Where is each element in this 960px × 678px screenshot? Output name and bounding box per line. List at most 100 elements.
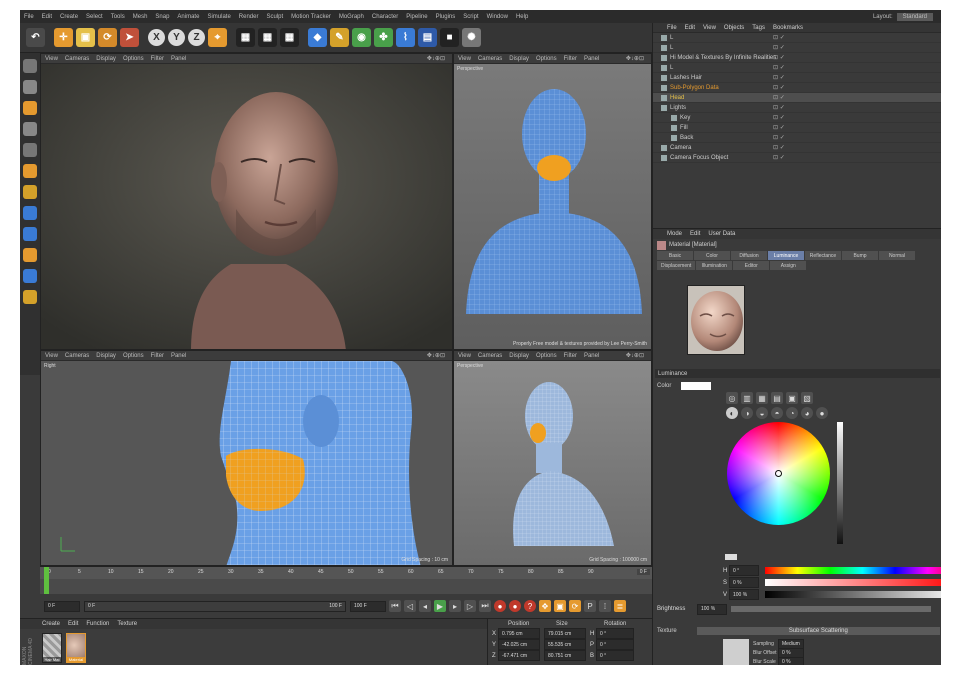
keyframe-selection-icon[interactable]: ? xyxy=(524,600,536,612)
size-z-field[interactable]: 80.751 cm xyxy=(544,650,586,661)
locked-workplane-icon[interactable] xyxy=(23,269,37,283)
visibility-check-icon[interactable]: ⊡ ✓ xyxy=(773,64,785,71)
mm-menu-function[interactable]: Function xyxy=(86,621,109,627)
tab-reflectance[interactable]: Reflectance xyxy=(805,251,841,260)
hsv-mode-icon[interactable]: ▣ xyxy=(786,392,798,404)
vp-menu-display[interactable]: Display xyxy=(509,353,529,359)
vp-menu-display[interactable]: Display xyxy=(96,353,116,359)
object-row[interactable]: Sub-Polygon Data ⊡ ✓ xyxy=(653,83,941,93)
om-menu-objects[interactable]: Objects xyxy=(724,25,744,31)
previous-key-icon[interactable]: ◁ xyxy=(404,600,416,612)
tab-basic[interactable]: Basic xyxy=(657,251,693,260)
visibility-check-icon[interactable]: ⊡ ✓ xyxy=(773,134,785,141)
vp-menu-options[interactable]: Options xyxy=(536,56,557,62)
record-active-objects-icon[interactable]: ● xyxy=(494,600,506,612)
brightness-field[interactable]: 100 % xyxy=(697,603,727,615)
rotation-key-icon[interactable]: ⟳ xyxy=(569,600,581,612)
object-row[interactable]: Head ⊡ ✓ xyxy=(653,93,941,103)
menu-pipeline[interactable]: Pipeline xyxy=(406,14,427,20)
viewport-nav-icons[interactable]: ✥↓⊕⊡ xyxy=(626,352,644,359)
color-wheel-mode-icon[interactable]: ◎ xyxy=(726,392,738,404)
vp-menu-filter[interactable]: Filter xyxy=(151,56,164,62)
rotate-tool-icon[interactable]: ⟳ xyxy=(98,28,117,47)
tab-editor[interactable]: Editor xyxy=(733,261,770,270)
cloner-icon[interactable]: ✤ xyxy=(374,28,393,47)
visibility-check-icon[interactable]: ⊡ ✓ xyxy=(773,114,785,121)
menu-tools[interactable]: Tools xyxy=(111,14,125,20)
harmony-icon[interactable]: ◕ xyxy=(801,407,813,419)
menu-create[interactable]: Create xyxy=(60,14,78,20)
menu-edit[interactable]: Edit xyxy=(42,14,52,20)
saturation-slider[interactable] xyxy=(765,579,941,586)
mm-menu-edit[interactable]: Edit xyxy=(68,621,78,627)
camera-icon[interactable]: ■ xyxy=(440,28,459,47)
polygons-mode-icon[interactable] xyxy=(23,185,37,199)
points-mode-icon[interactable] xyxy=(23,143,37,157)
vp-menu-panel[interactable]: Panel xyxy=(171,56,186,62)
playhead[interactable] xyxy=(44,567,49,595)
vp-menu-options[interactable]: Options xyxy=(123,353,144,359)
viewport-nav-icons[interactable]: ✥↓⊕⊡ xyxy=(626,55,644,62)
visibility-check-icon[interactable]: ⊡ ✓ xyxy=(773,84,785,91)
visibility-check-icon[interactable]: ⊡ ✓ xyxy=(773,154,785,161)
layout-dropdown[interactable]: Standard xyxy=(896,12,933,21)
object-row[interactable]: L ⊡ ✓ xyxy=(653,63,941,73)
visibility-check-icon[interactable]: ⊡ ✓ xyxy=(773,44,785,51)
point-level-key-icon[interactable]: ⁞ xyxy=(599,600,611,612)
scale-key-icon[interactable]: ▣ xyxy=(554,600,566,612)
render-view-icon[interactable]: ▦ xyxy=(236,28,255,47)
viewport-perspective-top[interactable]: View Cameras Display Options Filter Pane… xyxy=(453,53,652,350)
object-row[interactable]: L ⊡ ✓ xyxy=(653,43,941,53)
om-menu-file[interactable]: File xyxy=(667,25,677,31)
blur-scale-field[interactable]: 0 % xyxy=(778,656,804,665)
rotation-p-field[interactable]: 0 ° xyxy=(596,639,634,650)
enable-axis-icon[interactable] xyxy=(23,206,37,220)
value-field[interactable]: 100 % xyxy=(729,589,759,600)
menu-motion-tracker[interactable]: Motion Tracker xyxy=(291,14,331,20)
vp-menu-filter[interactable]: Filter xyxy=(151,353,164,359)
image-mode-icon[interactable]: ▦ xyxy=(756,392,768,404)
timeline[interactable]: 0 5 10 15 20 25 30 35 40 45 50 55 60 65 … xyxy=(40,566,652,595)
object-row[interactable]: Camera ⊡ ✓ xyxy=(653,143,941,153)
visibility-check-icon[interactable]: ⊡ ✓ xyxy=(773,34,785,41)
z-axis-lock-button[interactable]: Z xyxy=(188,29,205,46)
undo-icon[interactable]: ↶ xyxy=(26,28,45,47)
at-menu-edit[interactable]: Edit xyxy=(690,231,700,237)
coordinate-system-icon[interactable]: ⌖ xyxy=(208,28,227,47)
menu-select[interactable]: Select xyxy=(86,14,103,20)
color-swatch[interactable] xyxy=(681,382,712,390)
visibility-check-icon[interactable]: ⊡ ✓ xyxy=(773,54,785,61)
rotation-h-field[interactable]: 0 ° xyxy=(596,628,634,639)
previous-frame-icon[interactable]: ◂ xyxy=(419,600,431,612)
vp-menu-filter[interactable]: Filter xyxy=(564,56,577,62)
harmony-icon[interactable]: ◒ xyxy=(756,407,768,419)
om-menu-bookmarks[interactable]: Bookmarks xyxy=(773,25,803,31)
scale-tool-icon[interactable]: ▣ xyxy=(76,28,95,47)
vp-menu-display[interactable]: Display xyxy=(509,56,529,62)
tab-normal[interactable]: Normal xyxy=(879,251,915,260)
move-tool-icon[interactable]: ✛ xyxy=(54,28,73,47)
at-menu-mode[interactable]: Mode xyxy=(667,231,682,237)
frame-range-slider[interactable]: 0 F 100 F xyxy=(84,600,346,612)
color-wheel-picker[interactable] xyxy=(775,470,782,477)
viewport-nav-icons[interactable]: ✥↓⊕⊡ xyxy=(427,352,445,359)
light-icon[interactable]: ✺ xyxy=(462,28,481,47)
deformer-icon[interactable]: ⌇ xyxy=(396,28,415,47)
timeline-ruler[interactable]: 0 5 10 15 20 25 30 35 40 45 50 55 60 65 … xyxy=(40,567,652,579)
vp-menu-cameras[interactable]: Cameras xyxy=(65,56,89,62)
spectrum-mode-icon[interactable]: ▥ xyxy=(741,392,753,404)
om-menu-edit[interactable]: Edit xyxy=(685,25,695,31)
snap-icon[interactable] xyxy=(23,227,37,241)
harmony-icon[interactable]: ● xyxy=(816,407,828,419)
brightness-slider[interactable] xyxy=(731,606,931,612)
at-menu-user-data[interactable]: User Data xyxy=(708,231,735,237)
hue-field[interactable]: 0 ° xyxy=(729,565,759,576)
mm-menu-texture[interactable]: Texture xyxy=(117,621,137,627)
menu-window[interactable]: Window xyxy=(487,14,508,20)
object-row[interactable]: Lights ⊡ ✓ xyxy=(653,103,941,113)
vp-menu-view[interactable]: View xyxy=(458,353,471,359)
color-wheel[interactable] xyxy=(727,422,830,525)
vp-menu-cameras[interactable]: Cameras xyxy=(478,56,502,62)
menu-mesh[interactable]: Mesh xyxy=(133,14,148,20)
material-swatch-skin[interactable]: Material xyxy=(66,633,86,663)
